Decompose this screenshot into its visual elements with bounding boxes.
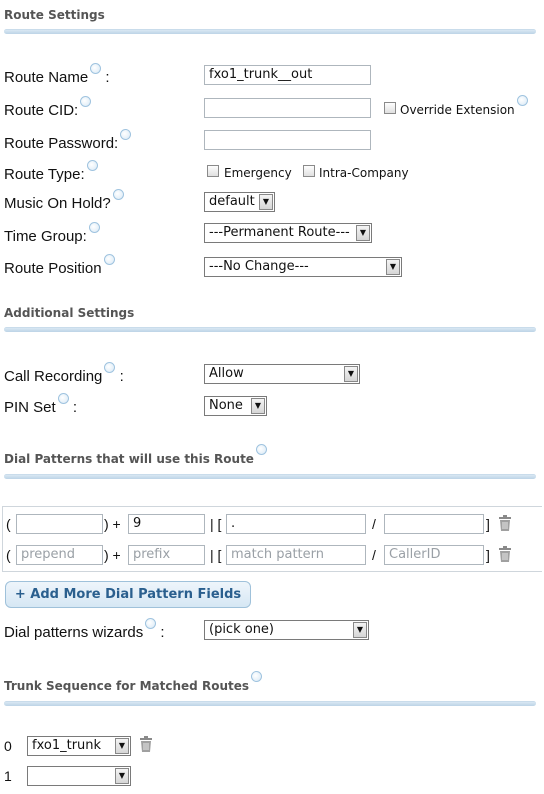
emergency-label: Emergency	[224, 166, 292, 180]
time-group-label: Time Group:	[4, 222, 100, 245]
dropdown-arrow-icon: ▼	[344, 366, 358, 382]
override-extension-label: Override Extension	[400, 95, 528, 117]
music-on-hold-select[interactable]: default ▼	[204, 192, 275, 212]
section-title-trunk-sequence: Trunk Sequence for Matched Routes	[4, 671, 262, 693]
pin-set-select[interactable]: None ▼	[204, 396, 267, 416]
help-icon[interactable]	[86, 160, 98, 171]
dropdown-arrow-icon: ▼	[251, 398, 265, 414]
route-position-select[interactable]: ---No Change--- ▼	[204, 257, 402, 277]
route-name-label: Route Name :	[4, 63, 110, 86]
slash: /	[372, 516, 376, 532]
help-icon[interactable]	[57, 393, 69, 404]
trash-icon[interactable]	[498, 515, 512, 531]
help-icon[interactable]	[103, 254, 115, 265]
route-name-input[interactable]: fxo1_trunk__out	[204, 65, 371, 85]
dropdown-arrow-icon: ▼	[115, 768, 129, 784]
override-extension-checkbox[interactable]	[384, 102, 396, 114]
trunk-select[interactable]: fxo1_trunk ▼	[27, 736, 131, 756]
help-icon[interactable]	[112, 189, 124, 200]
close-paren-plus: ) +	[104, 516, 121, 532]
dropdown-arrow-icon: ▼	[115, 738, 129, 754]
prepend-input[interactable]: prepend	[16, 545, 103, 565]
dial-patterns-wizard-select[interactable]: (pick one) ▼	[204, 620, 369, 640]
pin-set-label: PIN Set :	[4, 393, 77, 416]
help-icon[interactable]	[251, 671, 262, 682]
route-type-label: Route Type:	[4, 160, 98, 183]
trash-icon[interactable]	[498, 546, 512, 562]
dropdown-arrow-icon: ▼	[356, 225, 370, 241]
help-icon[interactable]	[80, 96, 92, 107]
trunk-select[interactable]: ▼	[27, 766, 131, 786]
dropdown-arrow-icon: ▼	[386, 259, 400, 275]
help-icon[interactable]	[88, 222, 100, 233]
route-password-input[interactable]	[204, 130, 371, 150]
prefix-input[interactable]: 9	[128, 514, 205, 534]
help-icon[interactable]	[120, 129, 132, 140]
trash-icon[interactable]	[139, 736, 153, 752]
emergency-checkbox[interactable]	[207, 165, 219, 177]
close-paren-plus: ) +	[104, 547, 121, 563]
help-icon[interactable]	[90, 63, 102, 74]
help-icon[interactable]	[104, 362, 116, 373]
close-bracket: ]	[486, 547, 490, 563]
route-cid-label: Route CID:	[4, 96, 92, 119]
trunk-index: 1	[4, 768, 12, 784]
section-title-additional-settings: Additional Settings	[4, 306, 135, 320]
section-divider	[4, 701, 536, 706]
route-password-label: Route Password:	[4, 129, 132, 152]
dropdown-arrow-icon: ▼	[353, 622, 367, 638]
match-pattern-input[interactable]: .	[226, 514, 366, 534]
callerid-input[interactable]: CallerID	[384, 545, 484, 565]
help-icon[interactable]	[516, 95, 528, 106]
callerid-input[interactable]	[384, 514, 484, 534]
section-title-route-settings: Route Settings	[4, 8, 105, 22]
dropdown-arrow-icon: ▼	[259, 194, 273, 210]
slash: /	[372, 547, 376, 563]
time-group-select[interactable]: ---Permanent Route--- ▼	[204, 223, 372, 243]
open-paren: (	[6, 547, 11, 563]
help-icon[interactable]	[145, 618, 157, 629]
bar-bracket: | [	[210, 547, 222, 563]
music-on-hold-label: Music On Hold?	[4, 189, 124, 212]
route-cid-input[interactable]	[204, 98, 371, 118]
help-icon[interactable]	[255, 444, 267, 455]
open-paren: (	[6, 516, 11, 532]
call-recording-select[interactable]: Allow ▼	[204, 364, 360, 384]
intra-company-label: Intra-Company	[319, 166, 409, 180]
bar-bracket: | [	[210, 516, 222, 532]
call-recording-label: Call Recording :	[4, 362, 124, 385]
trunk-index: 0	[4, 738, 12, 754]
match-pattern-input[interactable]: match pattern	[226, 545, 366, 565]
section-divider	[4, 327, 536, 332]
prefix-input[interactable]: prefix	[128, 545, 205, 565]
add-dial-pattern-button[interactable]: + Add More Dial Pattern Fields	[5, 581, 251, 608]
section-divider	[4, 474, 536, 479]
intra-company-checkbox[interactable]	[303, 165, 315, 177]
close-bracket: ]	[486, 516, 490, 532]
dial-patterns-wizards-label: Dial patterns wizards :	[4, 618, 165, 641]
route-position-label: Route Position	[4, 254, 115, 277]
section-divider	[4, 29, 536, 34]
section-title-dial-patterns: Dial Patterns that will use this Route	[4, 444, 267, 466]
prepend-input[interactable]	[16, 514, 103, 534]
